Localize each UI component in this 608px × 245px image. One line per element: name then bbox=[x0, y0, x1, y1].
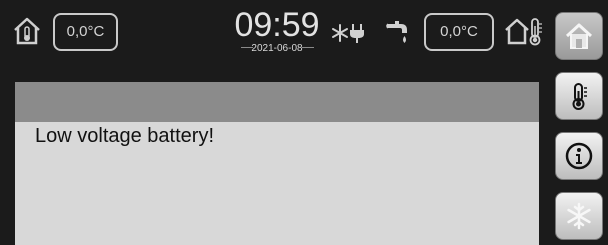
home-button[interactable] bbox=[555, 12, 603, 60]
info-icon bbox=[565, 142, 593, 170]
status-bar: 0,0°C 09:59 2021-06-08 0,0°C bbox=[0, 0, 549, 76]
defrost-button[interactable] bbox=[555, 192, 603, 240]
sidebar-nav bbox=[549, 0, 608, 245]
house-icon bbox=[565, 23, 593, 49]
clock-time: 09:59 bbox=[234, 6, 320, 44]
outdoor-temperature-icon bbox=[505, 18, 542, 46]
clock-date: 2021-06-08 bbox=[251, 43, 303, 54]
alarm-panel: Low voltage battery! bbox=[15, 82, 539, 245]
tap-water-icon bbox=[386, 21, 407, 43]
temperature-button[interactable] bbox=[555, 72, 603, 120]
thermometer-icon bbox=[572, 83, 587, 110]
indoor-temp-readout[interactable]: 0,0°C bbox=[53, 13, 118, 51]
outdoor-temp-readout[interactable]: 0,0°C bbox=[424, 13, 494, 51]
info-button[interactable] bbox=[555, 132, 603, 180]
indoor-temperature-icon bbox=[14, 17, 40, 45]
alarm-message: Low voltage battery! bbox=[35, 125, 214, 147]
defrost-plug-icon bbox=[332, 24, 364, 43]
snowflake-icon bbox=[567, 202, 591, 230]
alarm-panel-header bbox=[15, 82, 539, 122]
